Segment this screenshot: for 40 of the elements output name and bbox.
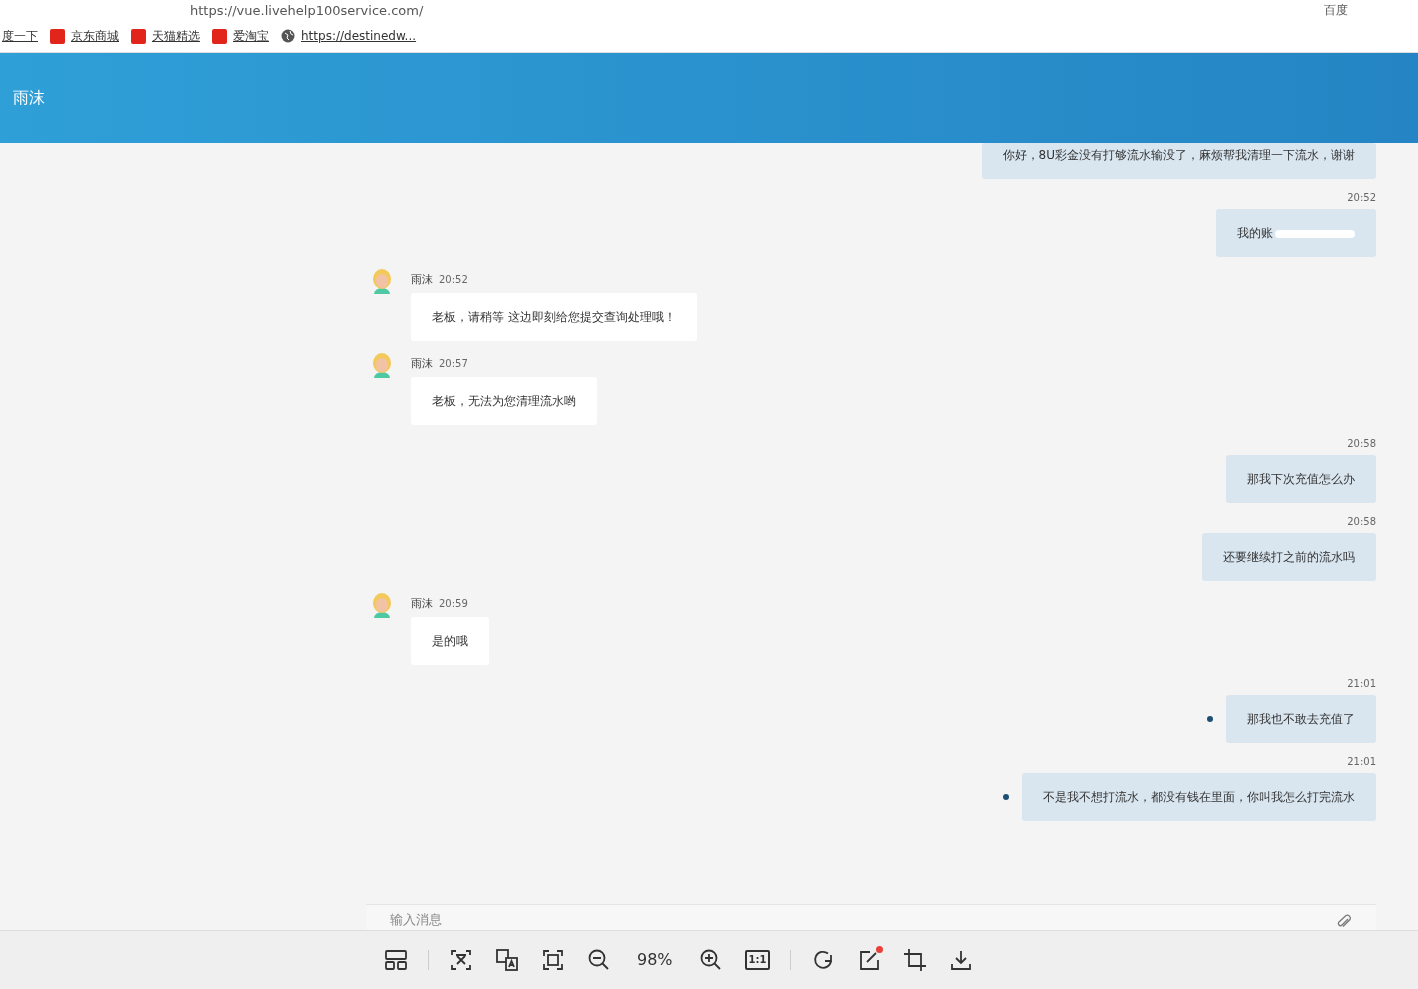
user-message: 不是我不想打流水，都没有钱在里面，你叫我怎么打完流水 <box>1022 773 1376 821</box>
avatar-icon <box>371 352 393 380</box>
agent-name: 雨沫 <box>411 357 433 370</box>
agent-message: 老板，请稍等 这边即刻给您提交查询处理哦！ <box>411 293 697 341</box>
message-time: 20:58 <box>1347 516 1376 528</box>
message-time: 20:52 <box>439 274 468 285</box>
message-time: 20:52 <box>1347 192 1376 204</box>
agent-message: 是的哦 <box>411 617 489 665</box>
message-time: 21:01 <box>1347 756 1376 768</box>
message-time: 20:59 <box>439 598 468 609</box>
translate-icon[interactable] <box>493 946 521 974</box>
zoom-level: 98% <box>636 949 674 971</box>
site-logo-icon <box>212 28 227 44</box>
message-time: 20:57 <box>439 358 468 369</box>
address-bar-url[interactable]: https://vue.livehelp100service.com/ <box>190 3 424 17</box>
user-message: 那我下次充值怎么办 <box>1226 455 1376 503</box>
user-message: 你好，8U彩金没有打够流水输没了，麻烦帮我清理一下流水，谢谢 <box>981 143 1376 179</box>
user-message: 那我也不敢去充值了 <box>1226 695 1376 743</box>
chat-title: 雨沫 <box>13 87 45 109</box>
user-message: 我的账 <box>1216 209 1376 257</box>
bookmark-link[interactable]: 天猫精选 <box>131 27 200 45</box>
actual-size-button[interactable]: 1:1 <box>742 948 773 972</box>
avatar-icon <box>371 268 393 296</box>
user-message: 还要继续打之前的流水吗 <box>1202 533 1376 581</box>
bookmark-link[interactable]: 度一下 <box>2 27 38 45</box>
site-logo-icon <box>131 28 146 44</box>
bookmark-link[interactable]: https://destinedw... <box>281 27 417 45</box>
paperclip-icon[interactable] <box>1336 914 1352 930</box>
bookmark-link[interactable]: 京东商城 <box>50 27 119 45</box>
agent-name: 雨沫 <box>411 597 433 610</box>
message-time: 21:01 <box>1347 678 1376 690</box>
avatar-icon <box>371 592 393 620</box>
globe-icon <box>281 29 295 43</box>
search-engine-label[interactable]: 百度 <box>1324 4 1348 16</box>
agent-name: 雨沫 <box>411 273 433 286</box>
bookmark-link[interactable]: 爱淘宝 <box>212 27 269 45</box>
message-input-text[interactable]: 输入消息 <box>390 908 1336 930</box>
agent-message: 老板，无法为您清理流水哟 <box>411 377 597 425</box>
site-logo-icon <box>50 28 65 44</box>
message-time: 20:58 <box>1347 438 1376 450</box>
